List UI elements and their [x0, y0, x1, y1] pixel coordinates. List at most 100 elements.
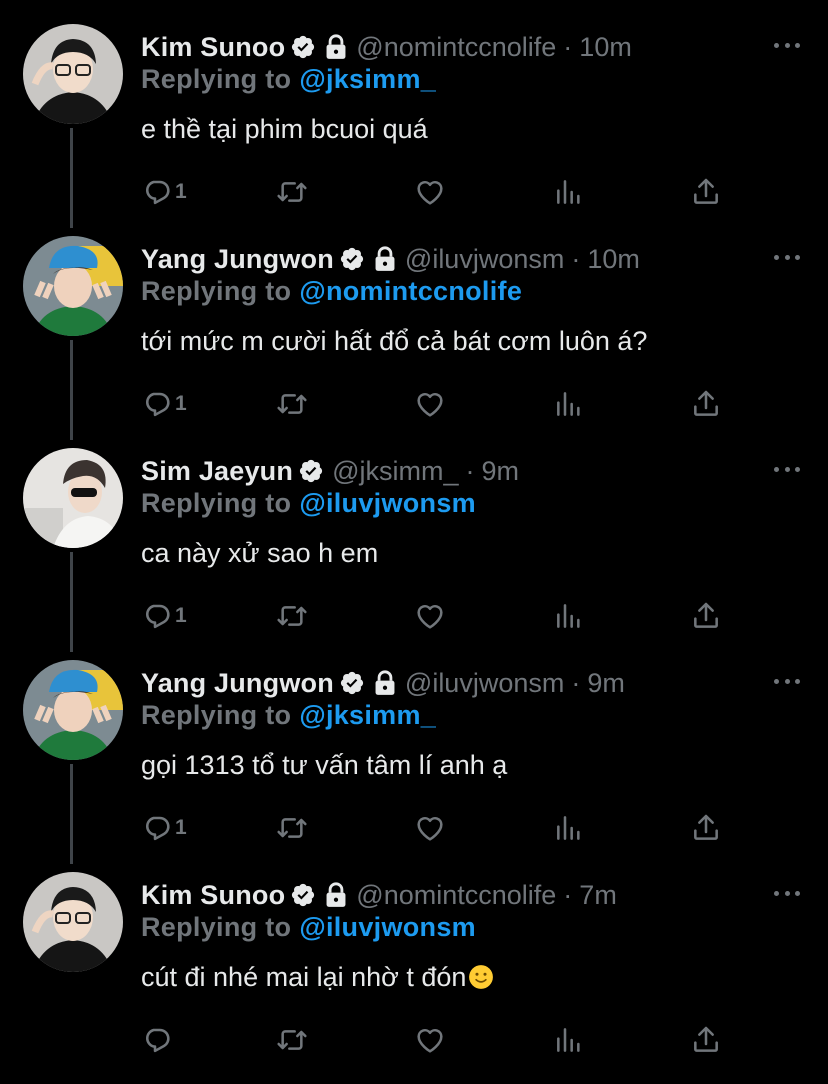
tweet-header: Kim Sunoo @nomintccnolife · 7m [141, 877, 617, 913]
tweet[interactable]: Sim Jaeyun @jksimm_ · 9m Replying to @ilu… [0, 448, 828, 660]
share-button[interactable] [690, 172, 722, 212]
reply-count: 1 [175, 392, 187, 415]
like-button[interactable] [414, 1020, 446, 1060]
mention-link[interactable]: @iluvjwonsm [299, 912, 476, 942]
timestamp[interactable]: 7m [579, 880, 617, 911]
replying-to: Replying to @jksimm_ [141, 700, 436, 731]
tweet-header: Sim Jaeyun @jksimm_ · 9m [141, 453, 519, 489]
tweet[interactable]: Kim Sunoo @nomintccnolife · 10m Replying… [0, 24, 828, 236]
retweet-button[interactable] [276, 596, 308, 636]
avatar[interactable] [23, 660, 123, 760]
analytics-icon [557, 604, 580, 628]
analytics-button[interactable] [553, 384, 585, 424]
separator: · [571, 667, 581, 698]
replying-to: Replying to @nomintccnolife [141, 276, 522, 307]
tweet-actions: 1 [141, 596, 741, 636]
display-name[interactable]: Kim Sunoo [141, 880, 285, 911]
tweet-text: ca này xử sao h em [141, 538, 379, 568]
timestamp[interactable]: 10m [579, 32, 632, 63]
share-button[interactable] [690, 384, 722, 424]
avatar[interactable] [23, 24, 123, 124]
lock-icon [373, 246, 397, 272]
timestamp[interactable]: 10m [587, 244, 640, 275]
analytics-button[interactable] [553, 808, 585, 848]
tweet-actions: 1 [141, 172, 741, 212]
retweet-icon [277, 394, 307, 414]
reply-icon [145, 392, 170, 417]
lock-icon [324, 882, 348, 908]
tweet-header: Kim Sunoo @nomintccnolife · 10m [141, 29, 632, 65]
user-handle[interactable]: @iluvjwonsm [405, 668, 564, 699]
timestamp[interactable]: 9m [481, 456, 519, 487]
avatar[interactable] [23, 872, 123, 972]
display-name[interactable]: Yang Jungwon [141, 244, 334, 275]
more-options-icon[interactable] [774, 250, 800, 264]
retweet-button[interactable] [276, 384, 308, 424]
retweet-button[interactable] [276, 1020, 308, 1060]
user-handle[interactable]: @jksimm_ [332, 456, 458, 487]
analytics-button[interactable] [553, 1020, 585, 1060]
verified-badge-icon [290, 34, 316, 60]
replying-to-label: Replying to [141, 700, 292, 730]
share-button[interactable] [690, 596, 722, 636]
reply-button[interactable]: 1 [141, 384, 187, 424]
timestamp[interactable]: 9m [587, 668, 625, 699]
analytics-icon [557, 1028, 580, 1052]
more-options-icon[interactable] [774, 462, 800, 476]
display-name[interactable]: Yang Jungwon [141, 668, 334, 699]
user-handle[interactable]: @nomintccnolife [356, 32, 556, 63]
like-heart-icon [417, 180, 443, 205]
more-options-icon[interactable] [774, 38, 800, 52]
slightly-smiling-face-icon [469, 965, 494, 989]
separator: · [563, 31, 573, 62]
tweet-text: gọi 1313 tổ tư vấn tâm lí anh ạ [141, 750, 508, 780]
tweet-text-container: cút đi nhé mai lại nhờ t đón [141, 962, 494, 993]
more-options-icon[interactable] [774, 674, 800, 688]
analytics-button[interactable] [553, 172, 585, 212]
display-name[interactable]: Kim Sunoo [141, 32, 285, 63]
reply-button[interactable]: 1 [141, 596, 187, 636]
like-button[interactable] [414, 596, 446, 636]
display-name[interactable]: Sim Jaeyun [141, 456, 293, 487]
more-options-icon[interactable] [774, 886, 800, 900]
tweet-header: Yang Jungwon @iluvjwonsm · 9m [141, 665, 625, 701]
avatar[interactable] [23, 448, 123, 548]
retweet-button[interactable] [276, 172, 308, 212]
tweet-text: tới mức m cười hất đổ cả bát cơm luôn á? [141, 326, 648, 356]
mention-link[interactable]: @jksimm_ [299, 64, 436, 94]
like-heart-icon [417, 604, 443, 629]
share-button[interactable] [690, 808, 722, 848]
mention-link[interactable]: @nomintccnolife [299, 276, 522, 306]
tweet-actions: 1 [141, 384, 741, 424]
share-button[interactable] [690, 1020, 722, 1060]
tweet-actions: 1 [141, 808, 741, 848]
share-icon [694, 390, 718, 416]
user-handle[interactable]: @nomintccnolife [356, 880, 556, 911]
retweet-icon [277, 606, 307, 626]
mention-link[interactable]: @iluvjwonsm [299, 488, 476, 518]
avatar[interactable] [23, 236, 123, 336]
analytics-button[interactable] [553, 596, 585, 636]
lock-icon [324, 34, 348, 60]
replying-to: Replying to @iluvjwonsm [141, 488, 476, 519]
replying-to-label: Replying to [141, 488, 292, 518]
analytics-icon [557, 816, 580, 840]
retweet-button[interactable] [276, 808, 308, 848]
verified-badge-icon [339, 246, 365, 272]
tweet[interactable]: Yang Jungwon @iluvjwonsm · 10m Replying … [0, 236, 828, 448]
share-icon [694, 602, 718, 628]
like-button[interactable] [414, 384, 446, 424]
reply-count: 1 [175, 180, 187, 203]
share-icon [694, 1026, 718, 1052]
like-button[interactable] [414, 808, 446, 848]
reply-button[interactable] [141, 1020, 175, 1060]
tweet[interactable]: Yang Jungwon @iluvjwonsm · 9m Replying t… [0, 660, 828, 872]
reply-button[interactable]: 1 [141, 808, 187, 848]
reply-icon [145, 816, 170, 841]
mention-link[interactable]: @jksimm_ [299, 700, 436, 730]
tweet[interactable]: Kim Sunoo @nomintccnolife · 7m Replying … [0, 872, 828, 1084]
like-button[interactable] [414, 172, 446, 212]
tweet-text: cút đi nhé mai lại nhờ t đón [141, 962, 467, 992]
user-handle[interactable]: @iluvjwonsm [405, 244, 564, 275]
reply-button[interactable]: 1 [141, 172, 187, 212]
